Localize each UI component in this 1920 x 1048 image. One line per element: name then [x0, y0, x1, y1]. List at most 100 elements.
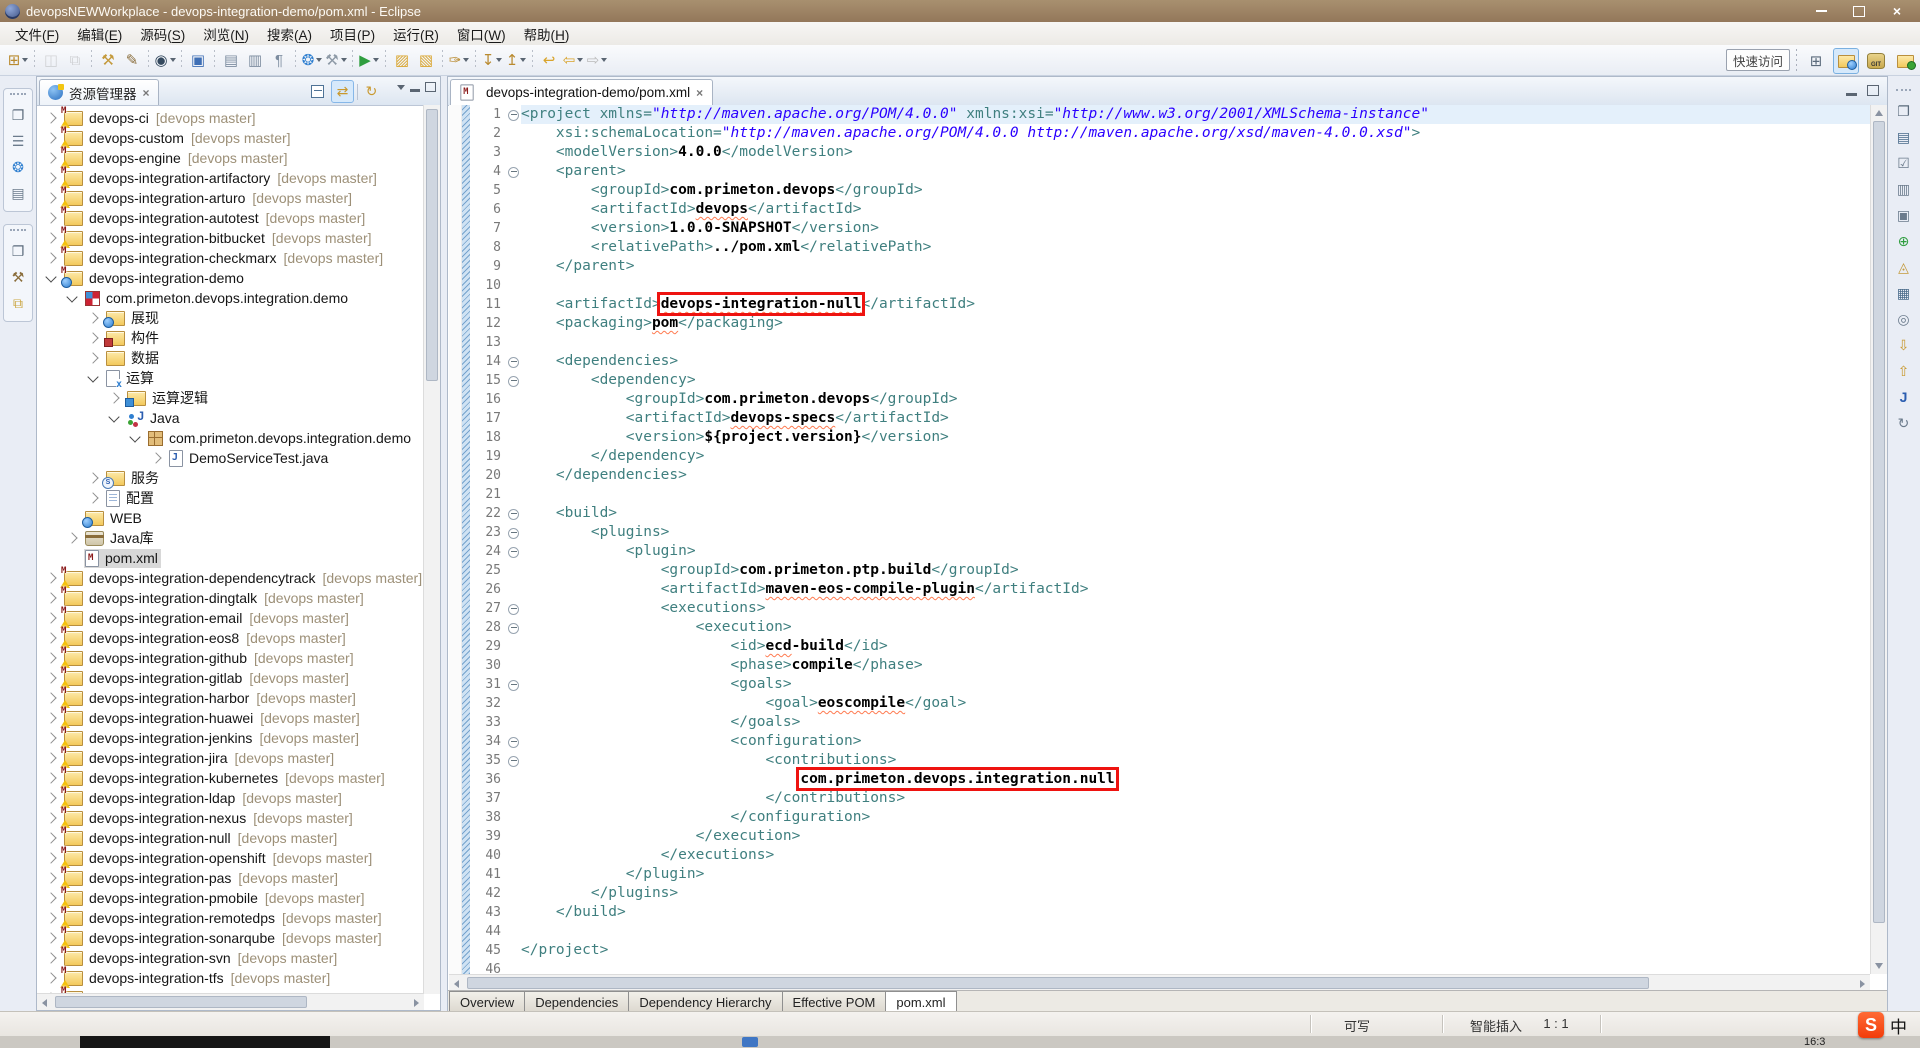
tree-item[interactable]: 运算	[37, 368, 424, 388]
fold-column[interactable]	[506, 105, 521, 124]
task-list-icon[interactable]: ☑	[1892, 151, 1916, 175]
tree-item[interactable]: devops-integration-null[devops master]	[37, 828, 424, 848]
chevron-down-icon[interactable]	[129, 431, 140, 442]
tree-item[interactable]: WEB	[37, 508, 424, 528]
console-mini-icon[interactable]: ▦	[1892, 281, 1916, 305]
fold-column[interactable]	[506, 371, 521, 390]
tree-item[interactable]: com.primeton.devops.integration.demo	[37, 288, 424, 308]
restore-view-2-icon[interactable]: ❐	[6, 239, 30, 263]
junit-icon[interactable]: J	[1892, 385, 1916, 409]
tree-item[interactable]: devops-integration-dependencytrack[devop…	[37, 568, 424, 588]
fold-collapse-icon[interactable]	[508, 680, 519, 691]
tree-item[interactable]: pom.xml	[37, 548, 424, 568]
history-icon[interactable]: ↻	[1892, 411, 1916, 435]
open-resource-button[interactable]: ▧	[414, 48, 438, 72]
chevron-right-icon[interactable]	[45, 692, 56, 703]
chevron-right-icon[interactable]	[45, 872, 56, 883]
quick-access-box[interactable]: 快速访问	[1726, 49, 1790, 71]
chevron-right-icon[interactable]	[45, 952, 56, 963]
collapse-all-button[interactable]	[307, 81, 328, 102]
scroll-right-icon[interactable]	[1860, 980, 1865, 988]
tree-item[interactable]: devops-custom[devops master]	[37, 128, 424, 148]
pom-page-tab-dependency-hierarchy[interactable]: Dependency Hierarchy	[628, 991, 782, 1013]
tree-item[interactable]: 展现	[37, 308, 424, 328]
tree-item[interactable]: 配置	[37, 488, 424, 508]
editor-tab-close-icon[interactable]: ×	[696, 86, 703, 100]
tree-item[interactable]: devops-integration-arturo[devops master]	[37, 188, 424, 208]
chevron-right-icon[interactable]	[45, 672, 56, 683]
scroll-left-icon[interactable]	[454, 980, 459, 988]
explorer-horizontal-scrollbar[interactable]	[37, 993, 424, 1010]
menu-help[interactable]: 帮助(H)	[515, 22, 579, 46]
tree-item[interactable]: Java库	[37, 528, 424, 548]
open-folder-button[interactable]: ▨	[390, 48, 414, 72]
chevron-right-icon[interactable]	[45, 932, 56, 943]
tree-item[interactable]: devops-integration-openshift[devops mast…	[37, 848, 424, 868]
explorer-vertical-scrollbar[interactable]	[423, 105, 440, 994]
tree-item[interactable]: devops-integration-sonarqube[devops mast…	[37, 928, 424, 948]
editor-maximize-icon[interactable]	[1867, 85, 1879, 96]
perspective-debug-button[interactable]	[1893, 49, 1917, 73]
tree-item[interactable]: devops-integration-harbor[devops master]	[37, 688, 424, 708]
export-dropdown-icon[interactable]	[520, 58, 526, 62]
fold-column[interactable]	[506, 542, 521, 561]
tree-item[interactable]: 服务	[37, 468, 424, 488]
editor-horizontal-scrollbar[interactable]	[449, 974, 1870, 991]
menu-project[interactable]: 项目(P)	[321, 22, 384, 46]
fold-column[interactable]	[506, 162, 521, 181]
chevron-down-icon[interactable]	[87, 371, 98, 382]
chevron-right-icon[interactable]	[45, 772, 56, 783]
chevron-right-icon[interactable]	[150, 452, 161, 463]
tree-item[interactable]: devops-integration-huawei[devops master]	[37, 708, 424, 728]
fold-collapse-icon[interactable]	[508, 604, 519, 615]
chevron-right-icon[interactable]	[45, 792, 56, 803]
chevron-right-icon[interactable]	[45, 832, 56, 843]
add-view-icon[interactable]: ⊕	[1892, 229, 1916, 253]
fold-collapse-icon[interactable]	[508, 623, 519, 634]
tree-item[interactable]: 构件	[37, 328, 424, 348]
build-hammer-dropdown-icon[interactable]	[341, 58, 347, 62]
import-dropdown-icon[interactable]	[496, 58, 502, 62]
chevron-right-icon[interactable]	[45, 972, 56, 983]
link-with-editor-button[interactable]: ⇄	[331, 80, 354, 103]
search-mini-icon[interactable]: ◎	[1892, 307, 1916, 331]
view-maximize-icon[interactable]	[425, 82, 436, 92]
tree-item[interactable]: devops-integration-dingtalk[devops maste…	[37, 588, 424, 608]
explorer-tab[interactable]: 资源管理器 ×	[39, 79, 159, 105]
tree-item[interactable]: devops-integration-jenkins[devops master…	[37, 728, 424, 748]
export-button[interactable]: ↥	[504, 48, 528, 72]
sogou-input-icon[interactable]: S	[1858, 1012, 1884, 1038]
chevron-right-icon[interactable]	[45, 612, 56, 623]
tree-item[interactable]: devops-integration-gitlab[devops master]	[37, 668, 424, 688]
save-all-button[interactable]: ⧉	[63, 48, 87, 72]
tree-item[interactable]: devops-integration-artifactory[devops ma…	[37, 168, 424, 188]
menu-search[interactable]: 搜索(A)	[258, 22, 321, 46]
chevron-right-icon[interactable]	[45, 812, 56, 823]
build-ant-button[interactable]: ⚒	[96, 48, 120, 72]
user-account-button[interactable]: ◉	[153, 48, 177, 72]
tree-item[interactable]: devops-integration-demo	[37, 268, 424, 288]
editor-vertical-scrollbar[interactable]	[1870, 105, 1887, 974]
chevron-right-icon[interactable]	[45, 112, 56, 123]
open-console-button[interactable]: ▣	[186, 48, 210, 72]
chevron-right-icon[interactable]	[45, 752, 56, 763]
forward-dropdown-icon[interactable]	[601, 58, 607, 62]
perspective-git-button[interactable]: GIT	[1864, 49, 1888, 73]
drag-handle[interactable]	[10, 229, 26, 236]
tree-item[interactable]: devops-integration-remotedps[devops mast…	[37, 908, 424, 928]
chevron-right-icon[interactable]	[45, 912, 56, 923]
user-account-dropdown-icon[interactable]	[170, 58, 176, 62]
chevron-right-icon[interactable]	[45, 852, 56, 863]
import-mini-icon[interactable]: ⇩	[1892, 333, 1916, 357]
scroll-down-icon[interactable]	[1875, 963, 1883, 969]
eos-explorer-icon[interactable]: ❂	[6, 155, 30, 179]
chevron-right-icon[interactable]	[87, 312, 98, 323]
chevron-right-icon[interactable]	[87, 332, 98, 343]
last-edit-location-button[interactable]: ↩	[537, 48, 561, 72]
tree-item[interactable]: devops-integration-autotest[devops maste…	[37, 208, 424, 228]
tree-item[interactable]: devops-integration-pas[devops master]	[37, 868, 424, 888]
outline-mini-icon[interactable]: ▤	[6, 181, 30, 205]
fold-collapse-icon[interactable]	[508, 528, 519, 539]
pom-page-tab-overview[interactable]: Overview	[449, 991, 525, 1013]
chevron-right-icon[interactable]	[87, 472, 98, 483]
